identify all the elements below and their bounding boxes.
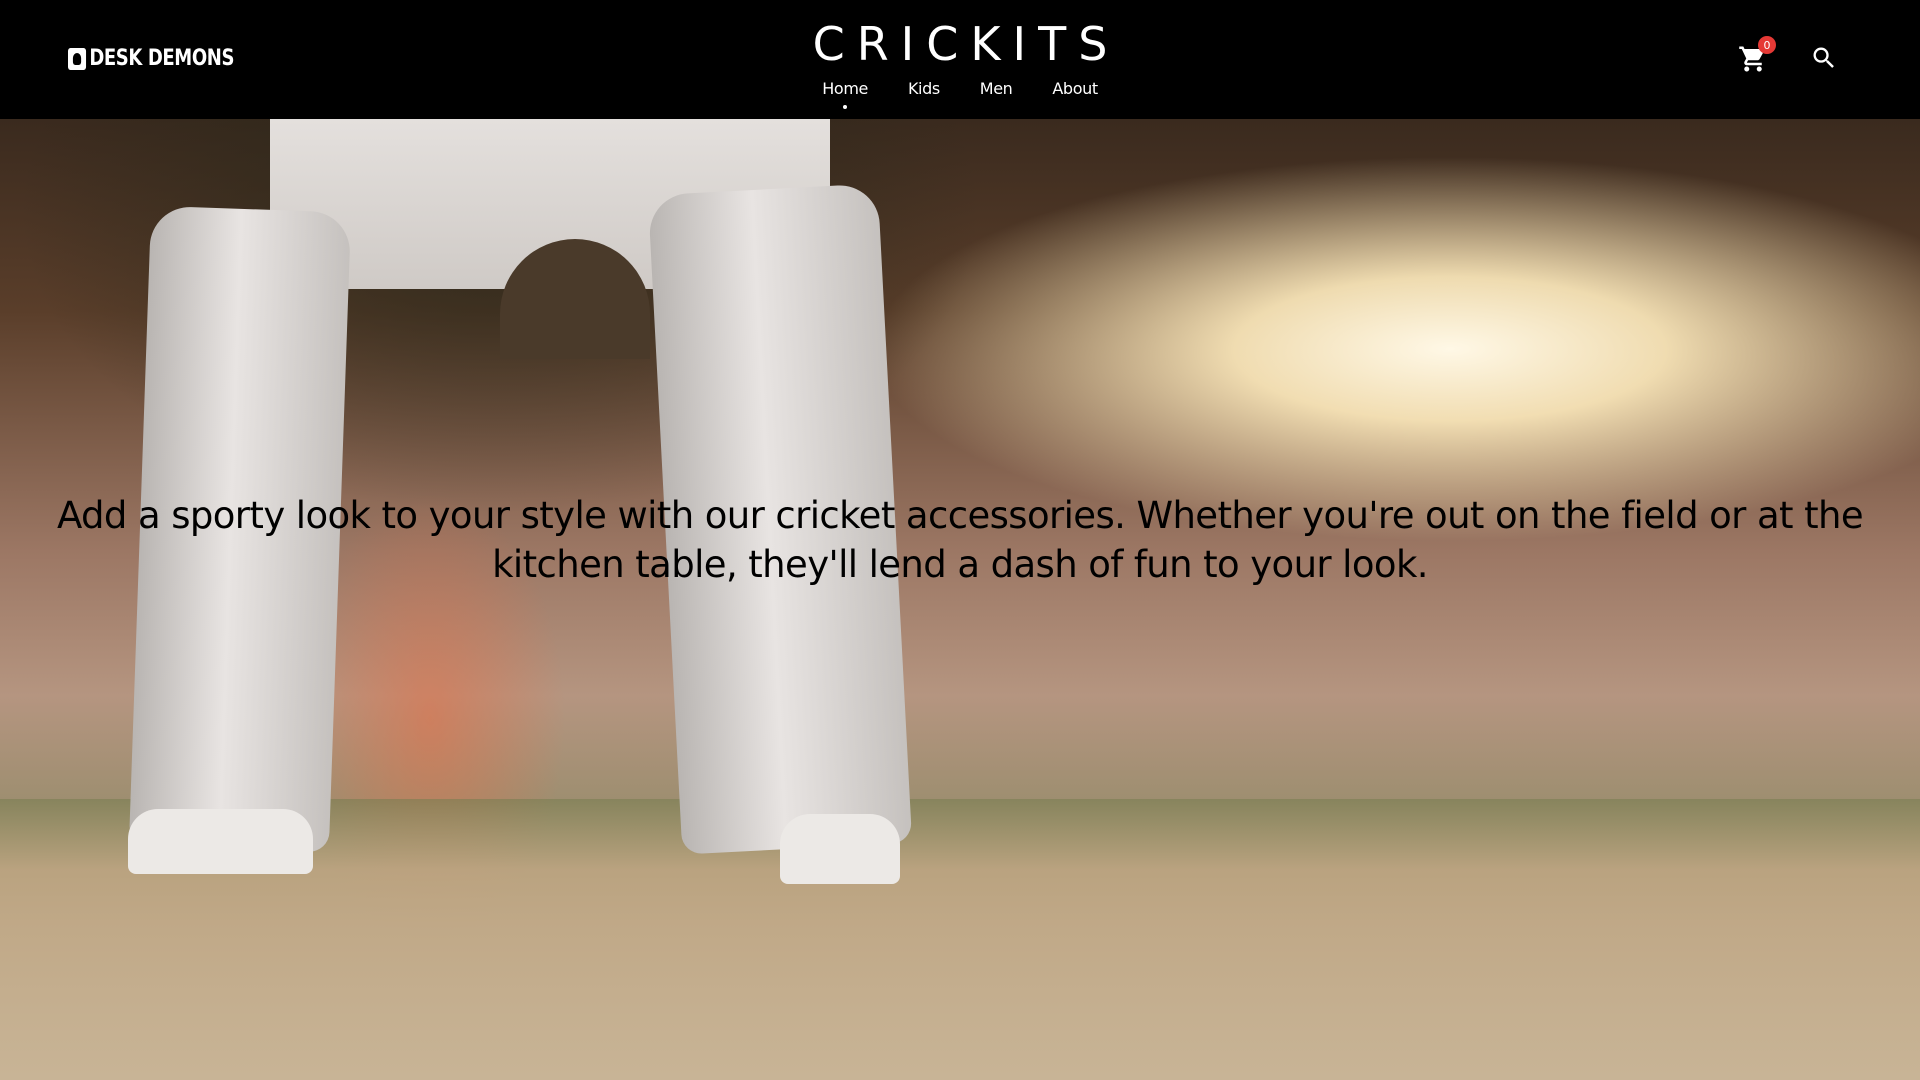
nav-kids[interactable]: Kids [908, 79, 940, 98]
main-nav: Home Kids Men About [0, 79, 1920, 109]
nav-home[interactable]: Home [822, 79, 868, 109]
site-header: DESK DEMONS CRICKITS Home Kids Men About… [0, 0, 1920, 119]
hero-left-shoe [128, 809, 313, 874]
hero-tagline: Add a sporty look to your style with our… [56, 494, 1864, 586]
hero-banner: Add a sporty look to your style with our… [0, 119, 1920, 1080]
cart-button[interactable]: 0 [1738, 36, 1776, 74]
search-icon [1813, 47, 1834, 68]
site-title[interactable]: CRICKITS [0, 17, 1920, 71]
nav-about[interactable]: About [1052, 79, 1098, 98]
search-button[interactable] [1810, 44, 1838, 72]
nav-men[interactable]: Men [980, 79, 1013, 98]
cart-count-badge: 0 [1758, 36, 1776, 54]
hero-right-shoe [780, 814, 900, 884]
